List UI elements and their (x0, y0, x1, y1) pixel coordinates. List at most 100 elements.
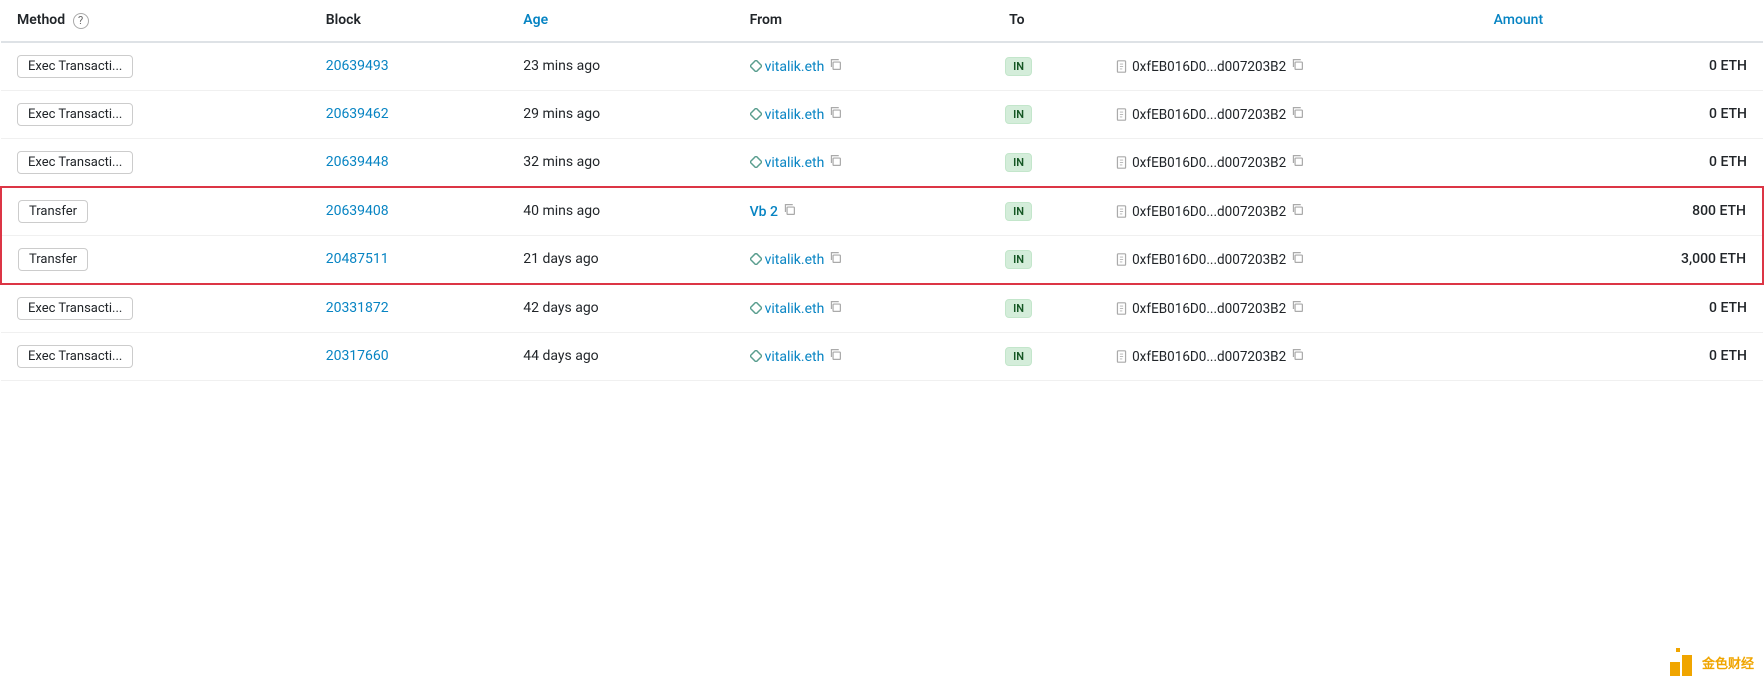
method-button[interactable]: Exec Transacti... (17, 55, 133, 78)
diamond-icon (750, 59, 765, 75)
to-address: 0xfEB016D0...d007203B2 (1132, 349, 1286, 365)
to-header-label: To (1009, 12, 1024, 28)
doc-shape-icon (1115, 108, 1128, 121)
copy-to-icon[interactable] (1291, 300, 1304, 316)
copy-to-icon-svg (1291, 203, 1304, 216)
doc-shape-icon (1115, 60, 1128, 73)
method-button[interactable]: Exec Transacti... (17, 103, 133, 126)
in-badge: IN (1005, 347, 1032, 366)
col-header-amount[interactable]: Amount (1099, 0, 1559, 42)
diamond-icon (750, 107, 765, 123)
copy-to-icon[interactable] (1291, 58, 1304, 74)
block-link[interactable]: 20331872 (326, 300, 389, 316)
copy-to-icon[interactable] (1291, 154, 1304, 170)
amount-cell: 3,000 ETH (1559, 235, 1763, 284)
col-header-from: From (734, 0, 993, 42)
method-button[interactable]: Exec Transacti... (17, 151, 133, 174)
copy-from-icon[interactable] (829, 154, 842, 170)
copy-to-icon[interactable] (1291, 203, 1304, 219)
amount-header-label: Amount (1494, 12, 1544, 28)
copy-to-icon[interactable] (1291, 106, 1304, 122)
amount-cell: 800 ETH (1559, 187, 1763, 236)
in-badge: IN (1005, 153, 1032, 172)
direction-cell: IN (993, 138, 1099, 187)
age-cell: 42 days ago (507, 284, 733, 333)
method-button[interactable]: Transfer (18, 200, 88, 223)
method-header-label: Method (17, 12, 65, 28)
diamond-icon (750, 301, 765, 317)
copy-icon-svg (829, 106, 842, 119)
method-button[interactable]: Transfer (18, 248, 88, 271)
to-address: 0xfEB016D0...d007203B2 (1132, 59, 1286, 75)
table-row: Exec Transacti... 20331872 42 days ago vita… (1, 284, 1763, 333)
method-cell: Exec Transacti... (1, 284, 310, 333)
col-header-block: Block (310, 0, 508, 42)
doc-icon (1115, 349, 1132, 365)
copy-icon-svg (829, 300, 842, 313)
vb2-link[interactable]: Vb 2 (750, 204, 778, 220)
block-header-label: Block (326, 12, 361, 28)
watermark-text: 金色财经 (1702, 653, 1754, 672)
diamond-shape-icon (750, 253, 762, 265)
block-link[interactable]: 20639462 (326, 106, 389, 122)
copy-from-icon[interactable] (829, 58, 842, 74)
watermark: 金色财经 (1670, 648, 1754, 676)
method-button[interactable]: Exec Transacti... (17, 345, 133, 368)
from-cell: vitalik.eth (734, 42, 993, 91)
in-badge: IN (1005, 105, 1032, 124)
table-row: Exec Transacti...2063946229 mins agovita… (1, 90, 1763, 138)
block-link[interactable]: 20639493 (326, 58, 389, 74)
copy-from-icon[interactable] (829, 251, 842, 267)
diamond-shape-icon (750, 350, 762, 362)
copy-from-icon[interactable] (783, 203, 796, 219)
block-cell: 20639448 (310, 138, 508, 187)
to-cell: 0xfEB016D0...d007203B2 (1099, 138, 1559, 187)
col-header-age[interactable]: Age (507, 0, 733, 42)
from-cell: vitalik.eth (734, 90, 993, 138)
from-address-link[interactable]: vitalik.eth (765, 252, 825, 268)
to-cell: 0xfEB016D0...d007203B2 (1099, 42, 1559, 91)
diamond-shape-icon (750, 302, 762, 314)
diamond-shape-icon (750, 156, 762, 168)
method-help-icon[interactable]: ? (73, 13, 89, 29)
to-cell: 0xfEB016D0...d007203B2 (1099, 90, 1559, 138)
block-link[interactable]: 20317660 (326, 348, 389, 364)
copy-to-icon-svg (1291, 58, 1304, 71)
from-address-link[interactable]: vitalik.eth (765, 301, 825, 317)
from-address-link[interactable]: vitalik.eth (765, 59, 825, 75)
copy-from-icon[interactable] (829, 348, 842, 364)
direction-cell: IN (993, 90, 1099, 138)
block-cell: 20639408 (310, 187, 508, 236)
block-cell: 20331872 (310, 284, 508, 333)
age-header-label: Age (523, 12, 548, 28)
method-cell: Transfer (1, 187, 310, 236)
copy-icon-svg (829, 58, 842, 71)
diamond-icon (750, 349, 765, 365)
diamond-icon (750, 155, 765, 171)
copy-to-icon[interactable] (1291, 251, 1304, 267)
method-cell: Exec Transacti... (1, 138, 310, 187)
method-cell: Transfer (1, 235, 310, 284)
method-button[interactable]: Exec Transacti... (17, 297, 133, 320)
to-address: 0xfEB016D0...d007203B2 (1132, 252, 1286, 268)
copy-from-icon[interactable] (829, 300, 842, 316)
direction-cell: IN (993, 42, 1099, 91)
in-badge: IN (1005, 57, 1032, 76)
block-cell: 20639493 (310, 42, 508, 91)
doc-shape-icon (1115, 205, 1128, 218)
block-link[interactable]: 20487511 (326, 251, 389, 267)
table-row: Transfer2048751121 days agovitalik.ethIN… (1, 235, 1763, 284)
amount-cell: 0 ETH (1559, 284, 1763, 333)
direction-cell: IN (993, 235, 1099, 284)
copy-icon-svg (829, 348, 842, 361)
diamond-icon (750, 252, 765, 268)
from-address-link[interactable]: vitalik.eth (765, 349, 825, 365)
to-cell: 0xfEB016D0...d007203B2 (1099, 332, 1559, 380)
transactions-table: Method ? Block Age From To Amount Exec T… (0, 0, 1764, 381)
from-address-link[interactable]: vitalik.eth (765, 107, 825, 123)
block-link[interactable]: 20639408 (326, 203, 389, 219)
copy-to-icon[interactable] (1291, 348, 1304, 364)
from-address-link[interactable]: vitalik.eth (765, 155, 825, 171)
block-link[interactable]: 20639448 (326, 154, 389, 170)
copy-from-icon[interactable] (829, 106, 842, 122)
